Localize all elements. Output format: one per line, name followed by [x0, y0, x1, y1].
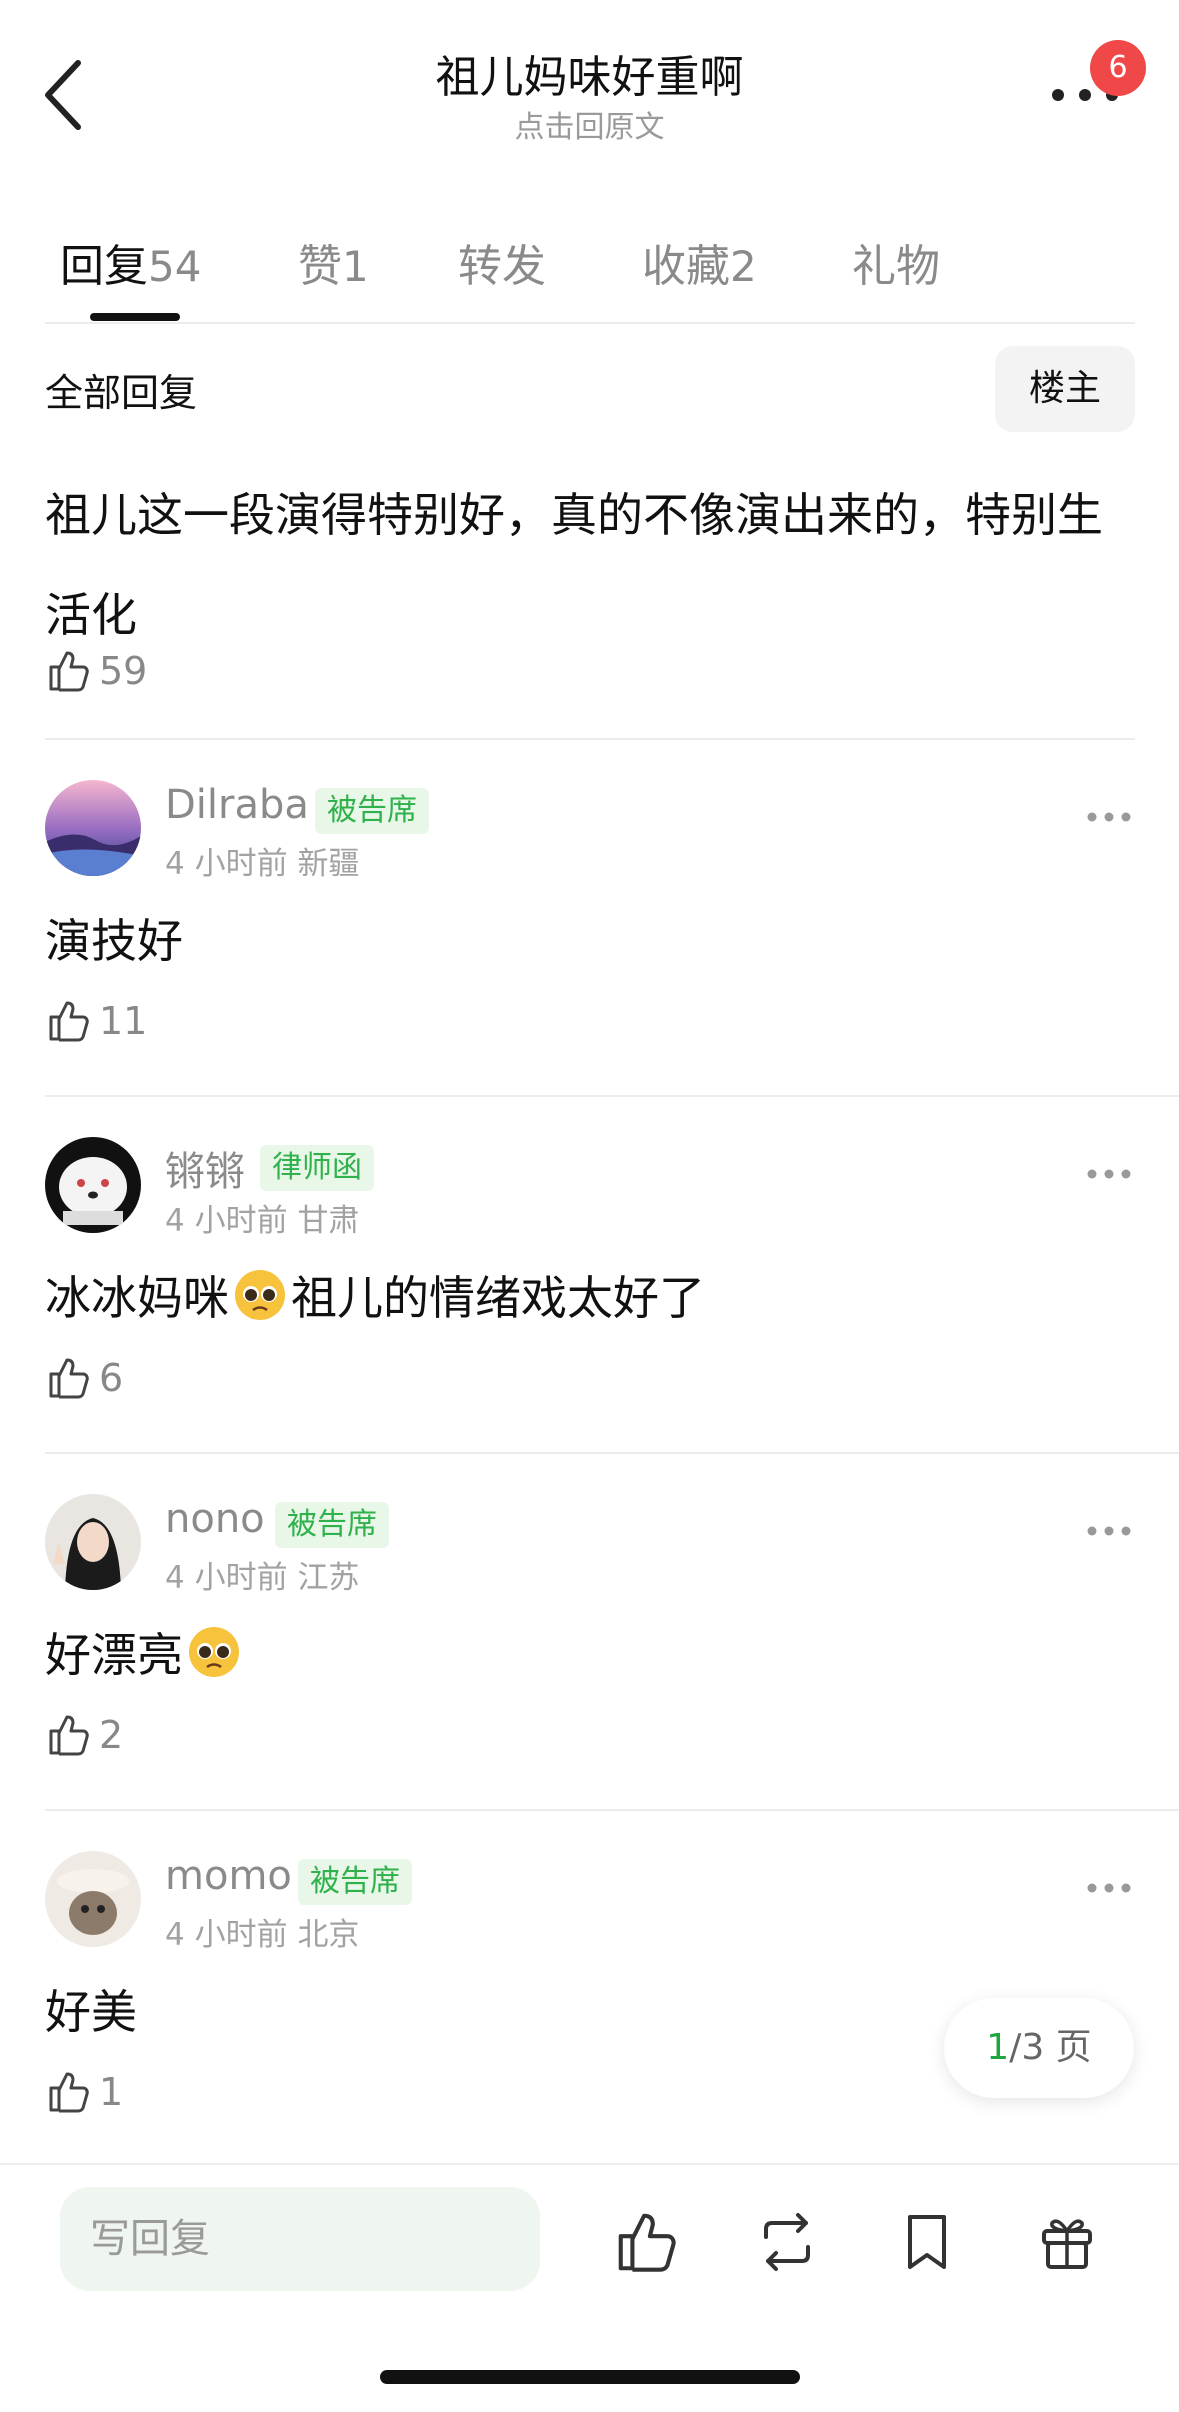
tab-bar: 回复54 赞1 转发 收藏2 礼物 — [0, 220, 1179, 321]
comment-text-after: 祖儿的情绪戏太好了 — [291, 1271, 705, 1325]
avatar[interactable] — [45, 1494, 141, 1590]
tab-label: 赞 — [298, 241, 342, 292]
comment-time: 4 小时前 — [165, 1560, 288, 1596]
top-nav-bar: 祖儿妈味好重啊 点击回原文 6 — [0, 0, 1179, 170]
avatar[interactable] — [45, 1851, 141, 1947]
more-dots-icon[interactable] — [1086, 1524, 1132, 1538]
comment-text: 演技好 — [45, 914, 183, 968]
tab-label: 回复 — [60, 241, 148, 292]
like-count: 6 — [99, 1356, 124, 1400]
comment-like-button[interactable]: 11 — [45, 995, 147, 1047]
like-count: 1 — [99, 2070, 124, 2114]
current-page: 1 — [986, 2027, 1010, 2068]
tab-likes[interactable]: 赞1 — [298, 230, 369, 294]
like-count: 59 — [99, 649, 148, 693]
username[interactable]: Dilraba — [165, 782, 309, 828]
page-indicator[interactable]: 1/3 页 — [944, 1998, 1134, 2098]
thumbs-up-icon — [49, 651, 89, 692]
home-indicator — [380, 2370, 800, 2384]
tab-label: 礼物 — [852, 241, 940, 292]
user-tag: 被告席 — [315, 788, 429, 834]
comment-text: 冰冰妈咪 祖儿的情绪戏太好了 — [45, 1262, 705, 1328]
user-tag: 被告席 — [275, 1502, 389, 1548]
comment-like-button[interactable]: 2 — [45, 1709, 123, 1761]
pleading-face-emoji-icon — [189, 1627, 239, 1677]
more-dots-icon[interactable] — [1086, 1167, 1132, 1181]
bookmark-icon[interactable] — [892, 2207, 962, 2277]
comment-time: 4 小时前 — [165, 846, 288, 882]
comment-item: nono 被告席 4 小时前 江苏 好漂亮 2 — [0, 1454, 1179, 1810]
comment-time: 4 小时前 — [165, 1917, 288, 1953]
comment-item: 锵锵 律师函 4 小时前 甘肃 冰冰妈咪 祖儿的情绪戏太好了 6 — [0, 1097, 1179, 1453]
comment-text: 好美 — [45, 1985, 137, 2039]
pleading-face-emoji-icon — [235, 1270, 285, 1320]
tab-label: 收藏 — [642, 241, 730, 292]
notification-badge: 6 — [1090, 40, 1146, 96]
more-dots-icon[interactable] — [1086, 1881, 1132, 1895]
username[interactable]: nono — [165, 1496, 265, 1542]
tab-favorites[interactable]: 收藏2 — [642, 230, 757, 294]
comment-location: 江苏 — [297, 1560, 360, 1596]
comment-text-before: 冰冰妈咪 — [45, 1271, 229, 1325]
tab-count: 2 — [730, 242, 757, 291]
comment-item: momo 被告席 4 小时前 北京 好美 1 — [0, 1811, 1179, 2167]
tab-count: 1 — [342, 242, 369, 291]
comment-like-button[interactable]: 6 — [45, 1352, 123, 1404]
thumbs-up-icon — [49, 2072, 89, 2113]
divider — [45, 322, 1135, 324]
active-tab-indicator — [90, 313, 180, 321]
user-tag: 被告席 — [298, 1859, 412, 1905]
comment-text-body: 好漂亮 — [45, 1628, 183, 1682]
avatar[interactable] — [45, 1137, 141, 1233]
tab-reposts[interactable]: 转发 — [458, 230, 546, 294]
more-dots-icon[interactable] — [1086, 810, 1132, 824]
comment-location: 北京 — [297, 1917, 360, 1953]
comment-location: 新疆 — [297, 846, 360, 882]
gift-icon[interactable] — [1032, 2207, 1102, 2277]
avatar[interactable] — [45, 780, 141, 876]
reply-input[interactable]: 写回复 — [60, 2187, 540, 2291]
comment-meta: 4 小时前 北京 — [165, 1909, 359, 1954]
page-total: /3 页 — [1009, 2027, 1092, 2068]
title-block[interactable]: 祖儿妈味好重啊 点击回原文 — [0, 48, 1179, 148]
back-to-original-link[interactable]: 点击回原文 — [0, 108, 1179, 148]
owner-only-button[interactable]: 楼主 — [995, 346, 1135, 432]
comment-meta: 4 小时前 江苏 — [165, 1552, 359, 1597]
comment-meta: 4 小时前 甘肃 — [165, 1195, 359, 1240]
tab-gifts[interactable]: 礼物 — [852, 230, 940, 294]
like-count: 11 — [99, 999, 148, 1043]
user-tag: 律师函 — [260, 1145, 374, 1191]
thumbs-up-icon — [49, 1715, 89, 1756]
like-count: 2 — [99, 1713, 124, 1757]
tab-replies[interactable]: 回复54 — [60, 230, 201, 294]
username[interactable]: 锵锵 — [165, 1139, 245, 1197]
post-like-button[interactable]: 59 — [45, 645, 147, 697]
comment-item: Dilraba 被告席 4 小时前 新疆 演技好 11 — [0, 740, 1179, 1096]
comment-text: 好漂亮 — [45, 1619, 245, 1685]
thumbs-up-icon — [49, 1001, 89, 1042]
repost-icon[interactable] — [752, 2207, 822, 2277]
all-replies-label: 全部回复 — [45, 371, 198, 415]
post-content: 祖儿这一段演得特别好，真的不像演出来的，特别生活化 — [45, 488, 1103, 642]
bottom-action-bar: 写回复 — [0, 2163, 1179, 2412]
tab-count: 54 — [148, 242, 202, 291]
thumbs-up-icon — [49, 1358, 89, 1399]
comment-meta: 4 小时前 新疆 — [165, 838, 359, 883]
thumbs-up-icon[interactable] — [612, 2207, 682, 2277]
comment-like-button[interactable]: 1 — [45, 2066, 123, 2118]
comment-location: 甘肃 — [297, 1203, 360, 1239]
tab-label: 转发 — [458, 241, 546, 292]
page-title: 祖儿妈味好重啊 — [435, 52, 744, 103]
username[interactable]: momo — [165, 1853, 292, 1899]
comment-time: 4 小时前 — [165, 1203, 288, 1239]
